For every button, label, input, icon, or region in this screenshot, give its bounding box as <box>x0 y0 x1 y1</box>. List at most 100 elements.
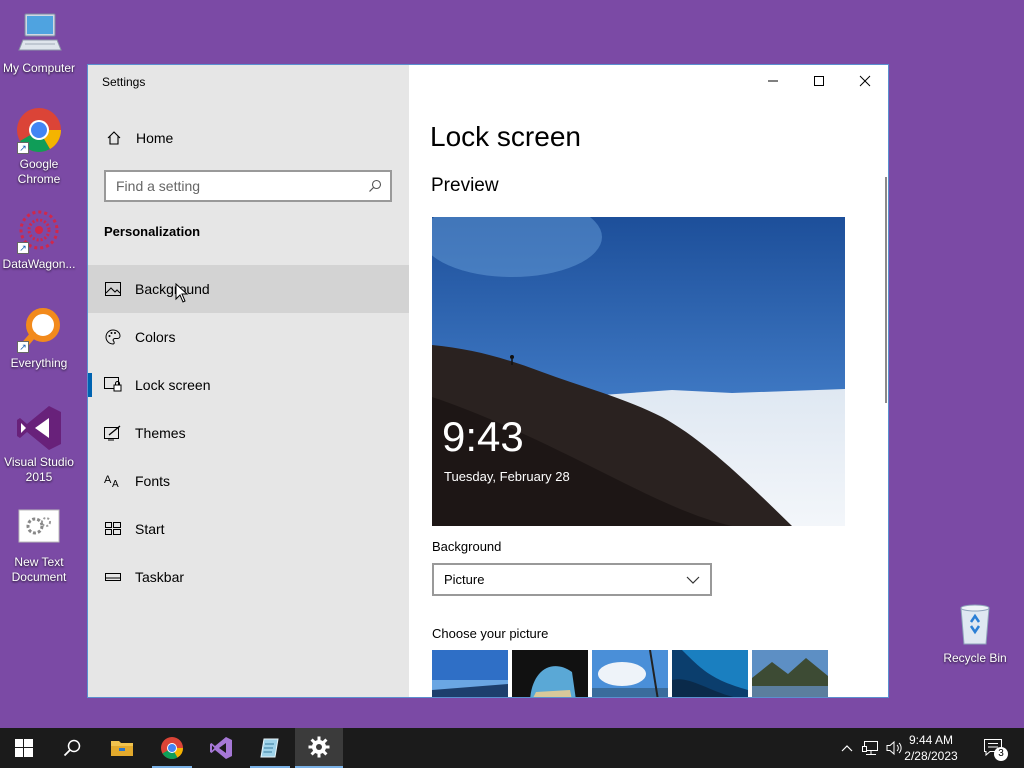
desktop-icon-new-text-document[interactable]: New Text Document <box>0 504 78 585</box>
background-label: Background <box>432 539 502 554</box>
visual-studio-icon <box>210 737 232 759</box>
picture-thumbnail[interactable] <box>592 650 668 697</box>
desktop-icon-label: Google Chrome <box>17 157 61 186</box>
selection-indicator <box>88 373 92 397</box>
sidebar-item-label: Themes <box>135 425 186 441</box>
background-dropdown[interactable]: Picture <box>432 563 712 596</box>
preview-date: Tuesday, February 28 <box>444 469 570 484</box>
palette-icon <box>104 328 122 346</box>
settings-content: Lock screen Preview 9:43 Tuesday, Februa… <box>409 65 888 697</box>
folder-icon <box>111 741 133 756</box>
sidebar-item-label: Colors <box>135 329 176 345</box>
search-icon[interactable] <box>368 179 382 193</box>
search-box <box>104 170 392 202</box>
desktop-icon-my-computer[interactable]: My Computer <box>0 10 78 76</box>
lock-screen-preview: 9:43 Tuesday, February 28 <box>432 217 845 526</box>
window-title: Settings <box>102 75 146 89</box>
sidebar-item-label: Fonts <box>135 473 171 489</box>
mouse-cursor-icon <box>175 283 189 303</box>
visual-studio-icon <box>15 404 63 452</box>
settings-sidebar: Settings Home Personalization Background <box>88 65 409 697</box>
personalization-nav: Background Colors Lock screen Themes A A… <box>88 265 409 601</box>
sidebar-item-label: Start <box>135 521 165 537</box>
sidebar-item-taskbar[interactable]: Taskbar <box>88 553 409 601</box>
visual-studio-taskbar-button[interactable] <box>197 728 245 768</box>
desktop-icon-visual-studio[interactable]: Visual Studio 2015 <box>0 404 78 485</box>
image-icon <box>104 280 122 298</box>
desktop-icon-label: Everything <box>10 356 68 370</box>
chrome-icon <box>161 737 183 759</box>
desktop-icon-everything[interactable]: ↗ Everything <box>0 305 78 371</box>
taskbar-clock[interactable]: 9:44 AM 2/28/2023 <box>896 732 966 764</box>
desktop-icon-label: New Text Document <box>11 555 67 584</box>
taskbar: 9:44 AM 2/28/2023 3 <box>0 728 1024 768</box>
sidebar-item-background[interactable]: Background <box>88 265 409 313</box>
computer-icon <box>15 10 63 58</box>
notepad-taskbar-button[interactable] <box>246 728 294 768</box>
sidebar-item-themes[interactable]: Themes <box>88 409 409 457</box>
shortcut-arrow-icon: ↗ <box>17 142 29 154</box>
page-title: Lock screen <box>430 121 581 152</box>
clock-date: 2/28/2023 <box>904 749 958 763</box>
sidebar-item-lock-screen[interactable]: Lock screen <box>88 361 409 409</box>
chrome-icon: ↗ <box>15 106 63 154</box>
content-scrollbar[interactable] <box>885 177 887 403</box>
picture-thumbnail[interactable] <box>512 650 588 697</box>
section-heading: Personalization <box>104 224 201 239</box>
home-label: Home <box>136 130 174 146</box>
desktop-icon-label: Visual Studio 2015 <box>4 455 74 484</box>
network-button[interactable] <box>860 728 882 768</box>
chevron-up-icon <box>841 745 853 752</box>
themes-icon <box>104 424 122 442</box>
notification-count-badge: 3 <box>994 747 1008 761</box>
picture-thumbnails <box>432 650 828 697</box>
sidebar-item-label: Lock screen <box>135 377 211 393</box>
settings-taskbar-button[interactable] <box>295 728 343 768</box>
network-icon <box>862 741 878 755</box>
start-icon <box>104 520 122 538</box>
sidebar-item-colors[interactable]: Colors <box>88 313 409 361</box>
shortcut-arrow-icon: ↗ <box>17 242 29 254</box>
datawagon-icon: ↗ <box>15 206 63 254</box>
preview-time: 9:43 <box>442 413 524 460</box>
picture-thumbnail[interactable] <box>432 650 508 697</box>
picture-thumbnail[interactable] <box>752 650 828 697</box>
gear-icon <box>308 736 330 758</box>
shortcut-arrow-icon: ↗ <box>17 341 29 353</box>
windows-logo-icon <box>15 739 33 757</box>
file-explorer-button[interactable] <box>98 728 146 768</box>
sidebar-item-start[interactable]: Start <box>88 505 409 553</box>
action-center-button[interactable]: 3 <box>980 728 1008 768</box>
search-icon <box>63 739 81 757</box>
sidebar-item-label: Background <box>135 281 210 297</box>
picture-thumbnail[interactable] <box>672 650 748 697</box>
chevron-down-icon <box>686 576 700 584</box>
chrome-taskbar-button[interactable] <box>148 728 196 768</box>
search-input[interactable] <box>106 172 368 200</box>
desktop-icon-label: Recycle Bin <box>943 651 1007 665</box>
svg-text:A: A <box>104 474 112 486</box>
clock-time: 9:44 AM <box>908 733 954 747</box>
taskbar-icon <box>104 568 122 586</box>
svg-text:A: A <box>112 479 119 489</box>
start-button[interactable] <box>0 728 48 768</box>
lock-screen-icon <box>104 376 122 394</box>
desktop-icon-recycle-bin[interactable]: Recycle Bin <box>936 600 1014 666</box>
background-dropdown-value: Picture <box>444 572 485 587</box>
sidebar-item-label: Taskbar <box>135 569 185 585</box>
desktop-icon-label: DataWagon... <box>2 257 76 271</box>
fonts-icon: AA <box>104 472 122 490</box>
show-hidden-icons-button[interactable] <box>838 728 856 768</box>
everything-search-icon: ↗ <box>15 305 63 353</box>
desktop-icon-datawagon[interactable]: ↗ DataWagon... <box>0 206 78 272</box>
sidebar-item-fonts[interactable]: AA Fonts <box>88 457 409 505</box>
desktop-icon-label: My Computer <box>2 61 76 75</box>
text-document-icon <box>15 504 63 552</box>
settings-window: Settings Home Personalization Background <box>87 64 889 698</box>
home-icon <box>106 130 122 146</box>
search-button[interactable] <box>48 728 96 768</box>
home-nav-item[interactable]: Home <box>88 123 409 153</box>
preview-heading: Preview <box>431 175 499 196</box>
notepad-icon <box>260 738 279 758</box>
desktop-icon-google-chrome[interactable]: ↗ Google Chrome <box>0 106 78 187</box>
